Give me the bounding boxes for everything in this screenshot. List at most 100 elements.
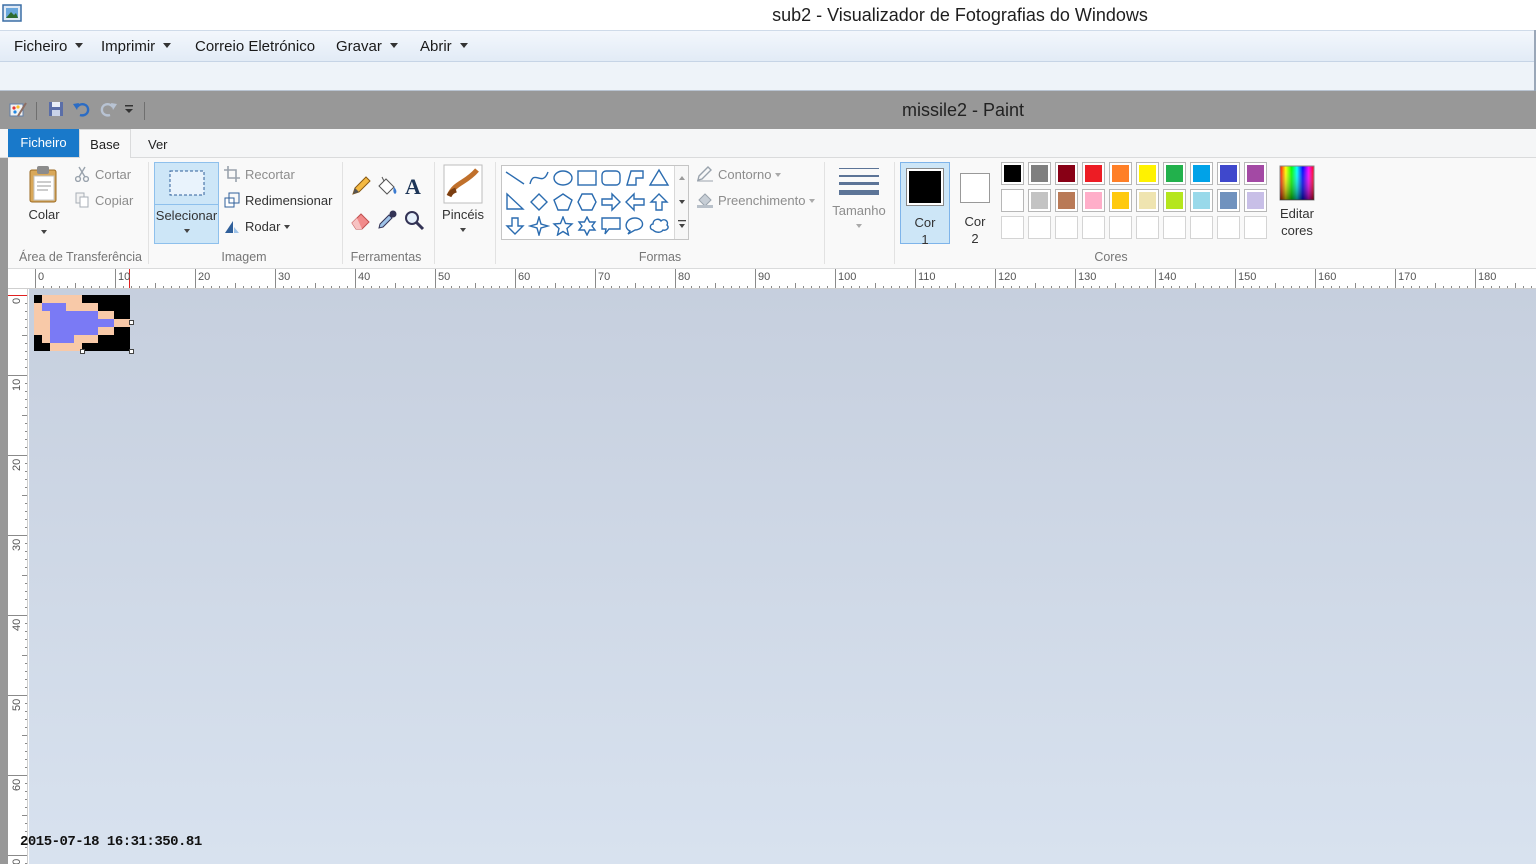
crop-icon xyxy=(224,166,240,182)
resize-handle-corner[interactable] xyxy=(129,349,134,354)
down-arrow-shape-icon[interactable] xyxy=(504,216,526,236)
cloud-callout-shape-icon[interactable] xyxy=(648,216,670,236)
palette-swatch[interactable] xyxy=(1136,189,1159,212)
ruler-label: 70 xyxy=(11,859,23,864)
ribbon: Colar Cortar Copiar Área de Transferênci… xyxy=(8,158,1536,269)
eraser-icon[interactable] xyxy=(349,208,373,232)
menu-gravar[interactable]: Gravar xyxy=(336,38,398,55)
palette-swatch[interactable] xyxy=(1244,189,1267,212)
palette-swatch[interactable] xyxy=(1109,189,1132,212)
custom-color-slot[interactable] xyxy=(1001,216,1024,239)
polygon-shape-icon[interactable] xyxy=(624,168,646,188)
palette-swatch[interactable] xyxy=(1190,189,1213,212)
pencil-icon[interactable] xyxy=(349,174,373,198)
brushes-button[interactable]: Pincéis xyxy=(440,164,486,244)
ruler-label: 60 xyxy=(11,778,23,791)
rounded-rectangle-shape-icon[interactable] xyxy=(600,168,622,188)
color1-button[interactable]: Cor 1 xyxy=(900,162,950,247)
edit-colors-button[interactable]: Editar cores xyxy=(1274,164,1320,246)
palette-swatch[interactable] xyxy=(1082,162,1105,185)
palette-swatch[interactable] xyxy=(1163,162,1186,185)
color2-swatch xyxy=(960,173,990,203)
custom-color-slot[interactable] xyxy=(1163,216,1186,239)
line-shape-icon[interactable] xyxy=(504,168,526,188)
tab-base[interactable]: Base xyxy=(79,129,131,159)
shapes-scrollbar[interactable] xyxy=(674,166,688,239)
select-button[interactable]: Selecionar xyxy=(154,162,219,244)
right-arrow-shape-icon[interactable] xyxy=(600,192,622,212)
color2-button[interactable]: Cor 2 xyxy=(955,162,995,246)
hexagon-shape-icon[interactable] xyxy=(576,192,598,212)
rectangle-shape-icon[interactable] xyxy=(576,168,598,188)
shapes-gallery[interactable] xyxy=(501,165,689,240)
size-label: Tamanho xyxy=(832,203,886,218)
menu-imprimir[interactable]: Imprimir xyxy=(101,38,172,55)
custom-color-slot[interactable] xyxy=(1028,216,1051,239)
palette-swatch[interactable] xyxy=(1244,162,1267,185)
size-button[interactable]: Tamanho xyxy=(830,164,888,244)
resize-handle-right[interactable] xyxy=(129,320,134,325)
palette-swatch-fill xyxy=(1112,165,1129,182)
palette-swatch[interactable] xyxy=(1163,189,1186,212)
group-separator xyxy=(148,162,149,264)
triangle-shape-icon[interactable] xyxy=(648,168,670,188)
menu-correio-eletronico[interactable]: Correio Eletrónico xyxy=(195,38,315,55)
line-size-icon xyxy=(839,168,879,195)
magnifier-icon[interactable] xyxy=(402,208,426,232)
up-arrow-shape-icon[interactable] xyxy=(648,192,670,212)
palette-swatch[interactable] xyxy=(1001,162,1024,185)
six-point-star-shape-icon[interactable] xyxy=(576,216,598,236)
menu-abrir[interactable]: Abrir xyxy=(420,38,468,55)
cut-button[interactable]: Cortar xyxy=(74,166,131,183)
palette-swatch[interactable] xyxy=(1028,162,1051,185)
custom-color-slot[interactable] xyxy=(1082,216,1105,239)
palette-swatch[interactable] xyxy=(1001,189,1024,212)
ruler-label: 40 xyxy=(11,618,23,631)
missile-image-canvas[interactable] xyxy=(34,295,130,351)
palette-swatch[interactable] xyxy=(1082,189,1105,212)
custom-color-slot[interactable] xyxy=(1217,216,1240,239)
palette-swatch[interactable] xyxy=(1190,162,1213,185)
chevron-down-icon xyxy=(856,224,862,228)
resize-handle-bottom[interactable] xyxy=(80,349,85,354)
five-point-star-shape-icon[interactable] xyxy=(552,216,574,236)
palette-swatch[interactable] xyxy=(1217,162,1240,185)
palette-swatch[interactable] xyxy=(1055,162,1078,185)
copy-button[interactable]: Copiar xyxy=(75,192,133,208)
custom-color-slot[interactable] xyxy=(1190,216,1213,239)
palette-swatch[interactable] xyxy=(1055,189,1078,212)
resize-button[interactable]: Redimensionar xyxy=(224,192,332,208)
canvas-workspace[interactable] xyxy=(29,289,1536,864)
custom-color-slot[interactable] xyxy=(1244,216,1267,239)
fill-button[interactable]: Preenchimento xyxy=(696,192,816,208)
color-picker-icon[interactable] xyxy=(375,208,399,232)
oval-callout-shape-icon[interactable] xyxy=(624,216,646,236)
palette-swatch[interactable] xyxy=(1109,162,1132,185)
outline-button[interactable]: Contorno xyxy=(696,166,782,182)
tab-ficheiro[interactable]: Ficheiro xyxy=(8,129,79,157)
right-triangle-shape-icon[interactable] xyxy=(504,192,526,212)
rectangle-callout-shape-icon[interactable] xyxy=(600,216,622,236)
paste-button[interactable]: Colar xyxy=(20,164,68,244)
palette-swatch[interactable] xyxy=(1136,162,1159,185)
left-arrow-shape-icon[interactable] xyxy=(624,192,646,212)
pentagon-shape-icon[interactable] xyxy=(552,192,574,212)
fill-bucket-icon[interactable] xyxy=(375,174,399,198)
ruler-label: 110 xyxy=(918,271,936,283)
diamond-shape-icon[interactable] xyxy=(528,192,550,212)
four-point-star-shape-icon[interactable] xyxy=(528,216,550,236)
ruler-label: 10 xyxy=(118,271,131,283)
rotate-button[interactable]: Rodar xyxy=(224,218,291,234)
menu-ficheiro[interactable]: Ficheiro xyxy=(14,38,84,55)
curve-shape-icon[interactable] xyxy=(528,168,550,188)
palette-swatch[interactable] xyxy=(1028,189,1051,212)
text-icon[interactable]: A xyxy=(402,174,426,198)
palette-swatch[interactable] xyxy=(1217,189,1240,212)
vertical-ruler: 0 10 20 30 40 50 60 70 xyxy=(8,289,28,864)
custom-color-slot[interactable] xyxy=(1136,216,1159,239)
custom-color-slot[interactable] xyxy=(1055,216,1078,239)
crop-button[interactable]: Recortar xyxy=(224,166,295,182)
oval-shape-icon[interactable] xyxy=(552,168,574,188)
tab-ver[interactable]: Ver xyxy=(148,129,168,157)
custom-color-slot[interactable] xyxy=(1109,216,1132,239)
